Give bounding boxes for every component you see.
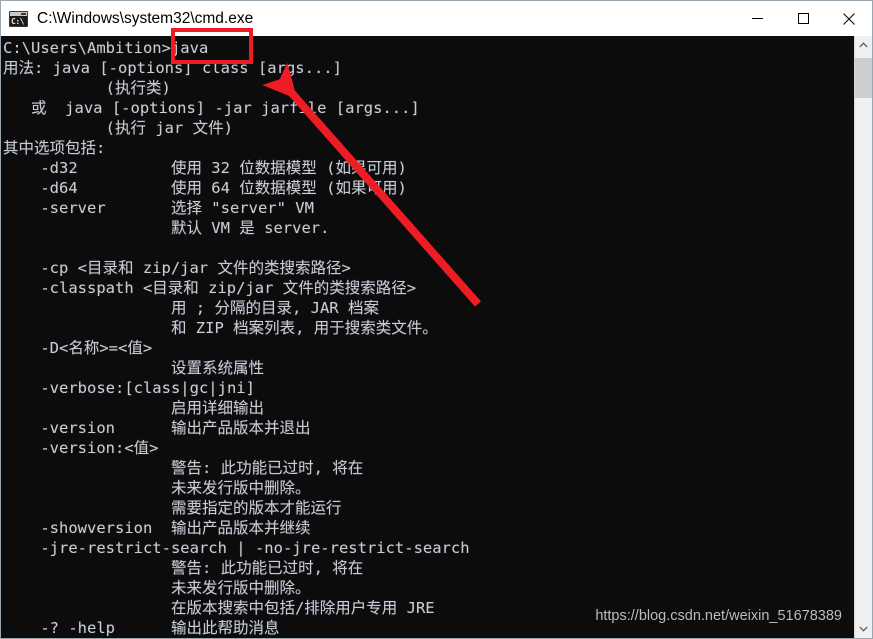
- vertical-scrollbar[interactable]: [854, 36, 872, 638]
- watermark-url: https://blog.csdn.net/weixin_51678389: [595, 608, 842, 624]
- chevron-down-icon: [859, 626, 868, 632]
- chevron-up-icon: [859, 42, 868, 48]
- scrollbar-thumb[interactable]: [855, 58, 872, 98]
- close-icon: [843, 12, 855, 25]
- window-title: C:\Windows\system32\cmd.exe: [37, 10, 254, 27]
- scrollbar-down-button[interactable]: [855, 620, 872, 638]
- maximize-button[interactable]: [780, 1, 826, 36]
- scrollbar-up-button[interactable]: [855, 36, 872, 54]
- minimize-button[interactable]: [734, 1, 780, 36]
- cmd-console-icon: C:\: [9, 10, 28, 27]
- maximize-icon: [797, 13, 809, 24]
- window-controls: [734, 1, 872, 36]
- title-bar[interactable]: C:\ C:\Windows\system32\cmd.exe: [1, 1, 872, 36]
- console-text: C:\Users\Ambition>java 用法: java [-option…: [3, 39, 470, 637]
- cmd-icon-prompt-text: C:\: [11, 16, 24, 26]
- cmd-window: C:\ C:\Windows\system32\cmd.exe C:\Users…: [0, 0, 873, 639]
- close-button[interactable]: [826, 1, 872, 36]
- console-output-area[interactable]: C:\Users\Ambition>java 用法: java [-option…: [1, 36, 854, 638]
- title-bar-left: C:\ C:\Windows\system32\cmd.exe: [1, 1, 734, 36]
- minimize-icon: [751, 18, 763, 19]
- scrollbar-track[interactable]: [855, 54, 872, 620]
